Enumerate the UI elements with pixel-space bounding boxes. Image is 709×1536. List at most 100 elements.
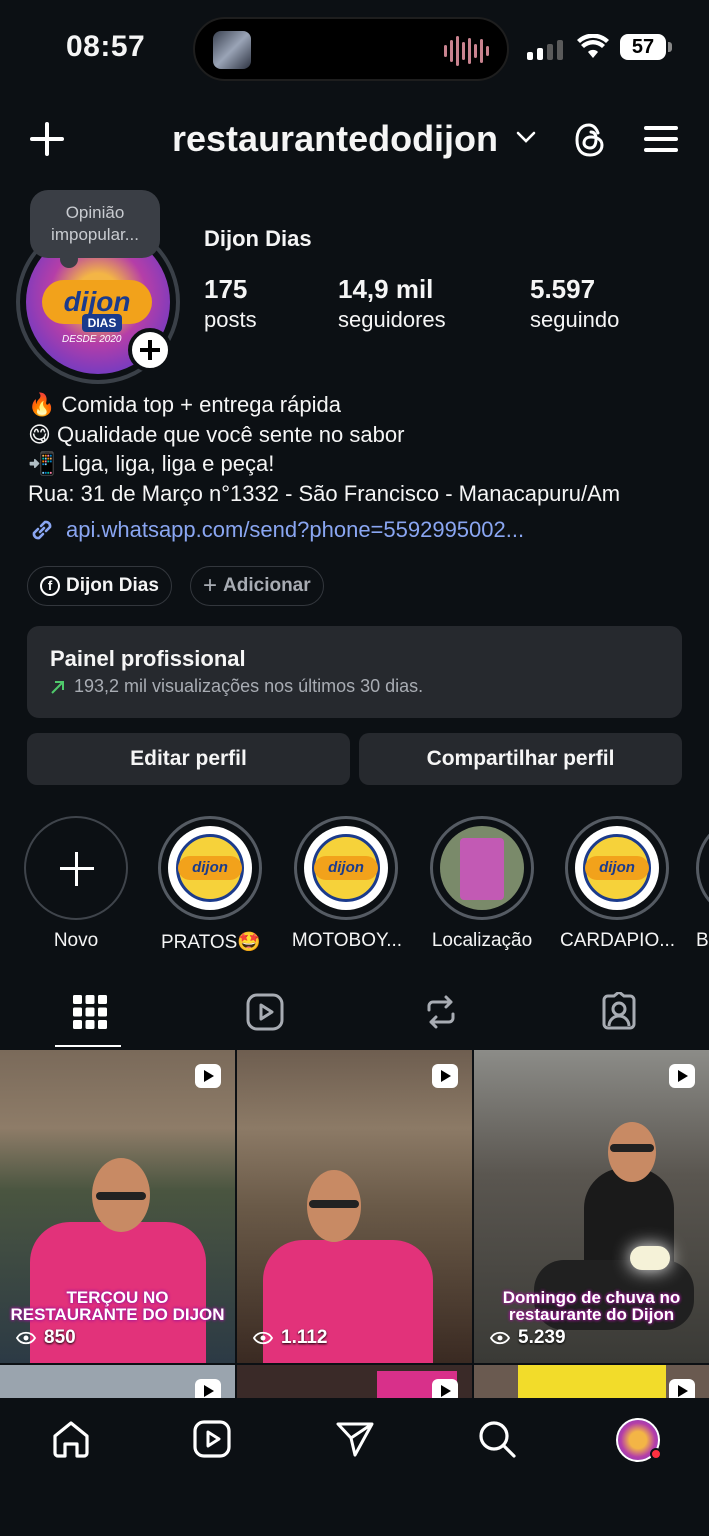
grid-tab-icon[interactable] bbox=[70, 992, 110, 1032]
dashboard-title: Painel profissional bbox=[50, 646, 246, 671]
facebook-icon: f bbox=[40, 576, 60, 596]
post-person bbox=[237, 1050, 472, 1363]
reel-icon bbox=[432, 1064, 458, 1088]
stat-following-value: 5.597 bbox=[530, 274, 596, 304]
highlight-label: Novo bbox=[53, 930, 99, 951]
highlight-logo: dijon bbox=[314, 856, 378, 880]
highlight-cardapio[interactable]: dijon CARDAPIO... bbox=[560, 816, 674, 952]
search-icon[interactable] bbox=[476, 1418, 518, 1460]
tagged-tab-icon[interactable] bbox=[599, 992, 639, 1032]
post-views: 5.239 bbox=[490, 1327, 566, 1349]
audio-waveform-icon bbox=[444, 35, 489, 67]
bio-line: 📲 Liga, liga, liga e peça! bbox=[28, 451, 275, 476]
stat-followers-value: 14,9 mil bbox=[338, 274, 434, 304]
stat-posts[interactable]: 175 posts bbox=[204, 274, 257, 333]
highlight-new[interactable]: Novo bbox=[24, 816, 128, 952]
highlight-localizacao[interactable]: Localização bbox=[424, 816, 540, 952]
profile-link-text: api.whatsapp.com/send?phone=5592995002..… bbox=[66, 517, 525, 542]
stat-followers-label: seguidores bbox=[338, 307, 446, 332]
facebook-chip[interactable]: f Dijon Dias bbox=[27, 566, 172, 606]
profile-note[interactable]: Opinião impopular... bbox=[30, 190, 160, 268]
bottom-nav bbox=[0, 1398, 709, 1536]
highlight-motoboys[interactable]: dijon MOTOBOY... bbox=[290, 816, 404, 952]
post-thumbnail[interactable] bbox=[474, 1365, 709, 1398]
highlight-label: Localização bbox=[431, 930, 533, 951]
highlight-label: MOTOBOY... bbox=[291, 930, 403, 951]
reel-icon bbox=[432, 1379, 458, 1398]
home-icon[interactable] bbox=[50, 1418, 92, 1460]
reel-icon bbox=[195, 1379, 221, 1398]
highlight-partial[interactable]: B bbox=[696, 816, 709, 952]
status-time: 08:57 bbox=[66, 30, 146, 63]
highlight-logo: dijon bbox=[585, 856, 649, 880]
bio-line: Rua: 31 de Março n°1332 - São Francisco … bbox=[28, 480, 621, 506]
active-tab-indicator bbox=[55, 1045, 121, 1047]
add-link-chip[interactable]: + Adicionar bbox=[190, 566, 324, 606]
notification-dot bbox=[650, 1448, 662, 1460]
stat-followers[interactable]: 14,9 mil seguidores bbox=[338, 274, 446, 333]
now-playing-thumbnail bbox=[213, 31, 251, 69]
status-bar: 08:57 57 bbox=[0, 0, 709, 96]
highlight-label: PRATOS🤩 bbox=[160, 932, 262, 953]
reels-icon[interactable] bbox=[191, 1418, 233, 1460]
facebook-chip-label: Dijon Dias bbox=[66, 575, 159, 596]
new-highlight-plus-icon bbox=[24, 816, 128, 920]
battery-icon: 57 bbox=[620, 34, 666, 60]
reel-icon bbox=[669, 1379, 695, 1398]
create-plus-icon[interactable] bbox=[28, 120, 66, 158]
add-link-chip-label: Adicionar bbox=[223, 575, 311, 596]
profile-header: restaurantedodijon bbox=[0, 108, 709, 172]
profile-link[interactable]: api.whatsapp.com/send?phone=5592995002..… bbox=[28, 516, 524, 544]
stat-following-label: seguindo bbox=[530, 307, 620, 332]
post-caption: TERÇOU NO RESTAURANTE DO DIJON bbox=[10, 1288, 225, 1324]
post-thumbnail[interactable] bbox=[237, 1365, 472, 1398]
cellular-signal-icon bbox=[527, 38, 563, 60]
eye-icon bbox=[490, 1331, 510, 1345]
profile-bio: 🔥 Comida top + entrega rápida 😋 Qualidad… bbox=[28, 390, 620, 508]
highlight-label: CARDAPIO... bbox=[560, 930, 674, 951]
post-thumbnail[interactable]: Domingo de chuva no restaurante do Dijon… bbox=[474, 1050, 709, 1363]
professional-dashboard[interactable]: Painel profissional 193,2 mil visualizaç… bbox=[27, 626, 682, 718]
highlight-label: B bbox=[696, 930, 709, 951]
stat-following[interactable]: 5.597 seguindo bbox=[530, 274, 619, 333]
highlight-logo: dijon bbox=[178, 856, 242, 880]
post-views: 1.112 bbox=[253, 1327, 328, 1349]
plus-icon: + bbox=[203, 572, 218, 599]
reel-icon bbox=[669, 1064, 695, 1088]
account-username[interactable]: restaurantedodijon bbox=[172, 118, 498, 160]
bio-line: 🔥 Comida top + entrega rápida bbox=[28, 392, 341, 417]
wifi-icon bbox=[577, 34, 609, 58]
dashboard-subtitle: 193,2 mil visualizações nos últimos 30 d… bbox=[74, 676, 424, 696]
reels-tab-icon[interactable] bbox=[245, 992, 285, 1032]
profile-full-name: Dijon Dias bbox=[204, 226, 312, 251]
edit-profile-button[interactable]: Editar perfil bbox=[27, 733, 350, 785]
stat-posts-label: posts bbox=[204, 307, 257, 332]
battery-cap bbox=[668, 42, 672, 52]
dynamic-island[interactable] bbox=[193, 17, 509, 81]
link-icon bbox=[32, 520, 52, 540]
add-story-button[interactable] bbox=[128, 328, 172, 372]
stat-posts-value: 175 bbox=[204, 274, 248, 304]
post-thumbnail[interactable]: TERÇOU NO RESTAURANTE DO DIJON 850 bbox=[0, 1050, 235, 1363]
post-caption: Domingo de chuva no restaurante do Dijon bbox=[502, 1288, 681, 1324]
post-views: 850 bbox=[16, 1327, 76, 1349]
post-view-count: 5.239 bbox=[518, 1327, 566, 1348]
avatar-logo-sub: DIAS bbox=[82, 314, 122, 332]
highlight-pratos[interactable]: dijon PRATOS🤩 bbox=[158, 816, 264, 954]
direct-messages-icon[interactable] bbox=[334, 1418, 376, 1460]
menu-icon[interactable] bbox=[644, 124, 680, 154]
bio-line: 😋 Qualidade que você sente no sabor bbox=[28, 421, 405, 447]
post-thumbnail[interactable] bbox=[0, 1365, 235, 1398]
chevron-down-icon[interactable] bbox=[515, 130, 537, 144]
share-profile-button[interactable]: Compartilhar perfil bbox=[359, 733, 682, 785]
post-view-count: 1.112 bbox=[281, 1327, 328, 1348]
avatar-since: DESDE 2020 bbox=[62, 334, 122, 345]
post-view-count: 850 bbox=[44, 1327, 76, 1348]
reel-icon bbox=[195, 1064, 221, 1088]
eye-icon bbox=[253, 1331, 273, 1345]
trend-up-arrow-icon bbox=[51, 680, 64, 694]
post-thumbnail[interactable]: 1.112 bbox=[237, 1050, 472, 1363]
threads-icon[interactable] bbox=[570, 120, 610, 160]
eye-icon bbox=[16, 1331, 36, 1345]
reposts-tab-icon[interactable] bbox=[421, 992, 461, 1032]
